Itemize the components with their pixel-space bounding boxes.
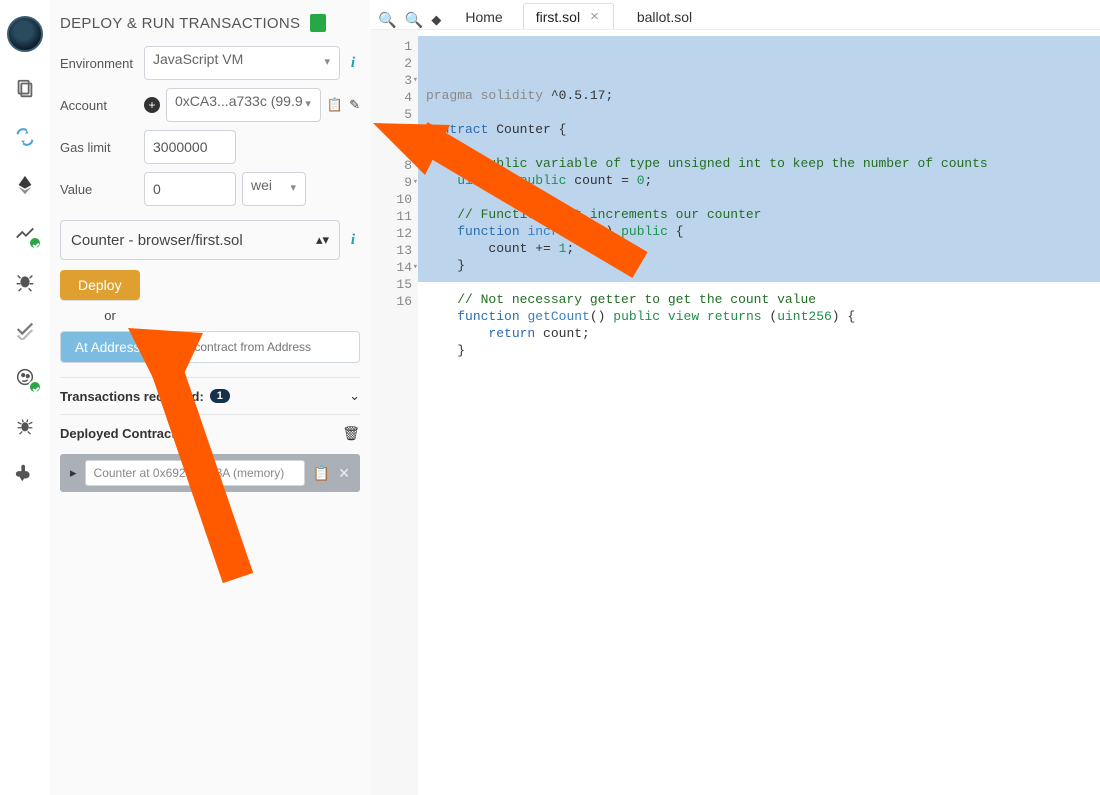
chevron-down-icon[interactable]: ⌄ bbox=[349, 388, 360, 404]
tests-icon[interactable] bbox=[14, 318, 36, 340]
gas-profiler-icon[interactable] bbox=[14, 366, 36, 388]
select-caret-icon: ▴▾ bbox=[316, 232, 329, 248]
value-unit-select[interactable]: wei bbox=[242, 172, 306, 206]
compile-icon[interactable] bbox=[14, 126, 36, 148]
tab-label: ballot.sol bbox=[637, 9, 692, 25]
account-select[interactable]: 0xCA3...a733c (99.9 bbox=[166, 88, 321, 122]
trash-icon[interactable]: 🗑 bbox=[342, 425, 360, 442]
plugin-icon[interactable] bbox=[14, 462, 36, 484]
tab-first-sol[interactable]: first.sol × bbox=[523, 3, 614, 29]
tab-home[interactable]: Home bbox=[455, 5, 512, 29]
close-instance-icon[interactable]: ✕ bbox=[338, 465, 350, 482]
remix-logo-icon[interactable] bbox=[7, 16, 43, 52]
check-badge-icon bbox=[28, 380, 42, 394]
gas-limit-input[interactable] bbox=[144, 130, 236, 164]
tab-ballot-sol[interactable]: ballot.sol bbox=[624, 4, 707, 29]
deploy-button[interactable]: Deploy bbox=[60, 270, 140, 300]
annotation-arrow-icon bbox=[370, 105, 660, 295]
add-account-icon[interactable]: + bbox=[144, 97, 160, 113]
info-icon[interactable]: i bbox=[346, 232, 360, 249]
value-label: Value bbox=[60, 182, 138, 197]
bug-icon[interactable] bbox=[14, 414, 36, 436]
environment-label: Environment bbox=[60, 56, 138, 71]
doc-icon[interactable] bbox=[310, 14, 326, 32]
contract-select-value: Counter - browser/first.sol bbox=[71, 232, 243, 249]
copy-account-icon[interactable]: 📋 bbox=[327, 97, 343, 113]
value-input[interactable] bbox=[144, 172, 236, 206]
account-label: Account bbox=[60, 98, 138, 113]
deploy-icon[interactable] bbox=[14, 174, 36, 196]
close-tab-icon[interactable]: × bbox=[590, 8, 599, 25]
panel-title: DEPLOY & RUN TRANSACTIONS bbox=[60, 8, 360, 46]
copy-instance-icon[interactable]: 📋 bbox=[313, 465, 330, 482]
zoom-out-icon[interactable]: 🔍 bbox=[378, 11, 397, 29]
file-explorer-icon[interactable] bbox=[14, 78, 36, 100]
check-badge-icon bbox=[28, 236, 42, 250]
info-icon[interactable]: i bbox=[346, 55, 360, 72]
tab-label: first.sol bbox=[536, 9, 580, 25]
icon-rail bbox=[0, 0, 50, 795]
eth-icon: ◆ bbox=[431, 12, 441, 28]
annotation-arrow-icon bbox=[108, 298, 288, 598]
environment-select[interactable]: JavaScript VM bbox=[144, 46, 340, 80]
tab-bar: 🔍 🔍 ◆ Home first.sol × ballot.sol bbox=[370, 0, 1100, 30]
gas-limit-label: Gas limit bbox=[60, 140, 138, 155]
panel-title-text: DEPLOY & RUN TRANSACTIONS bbox=[60, 15, 300, 32]
contract-select[interactable]: Counter - browser/first.sol ▴▾ bbox=[60, 220, 340, 260]
edit-account-icon[interactable]: ✎ bbox=[349, 97, 360, 113]
zoom-in-icon[interactable]: 🔍 bbox=[405, 11, 424, 29]
debugger-icon[interactable] bbox=[14, 270, 36, 292]
expand-instance-icon[interactable]: ▸ bbox=[70, 465, 77, 481]
analysis-icon[interactable] bbox=[14, 222, 36, 244]
